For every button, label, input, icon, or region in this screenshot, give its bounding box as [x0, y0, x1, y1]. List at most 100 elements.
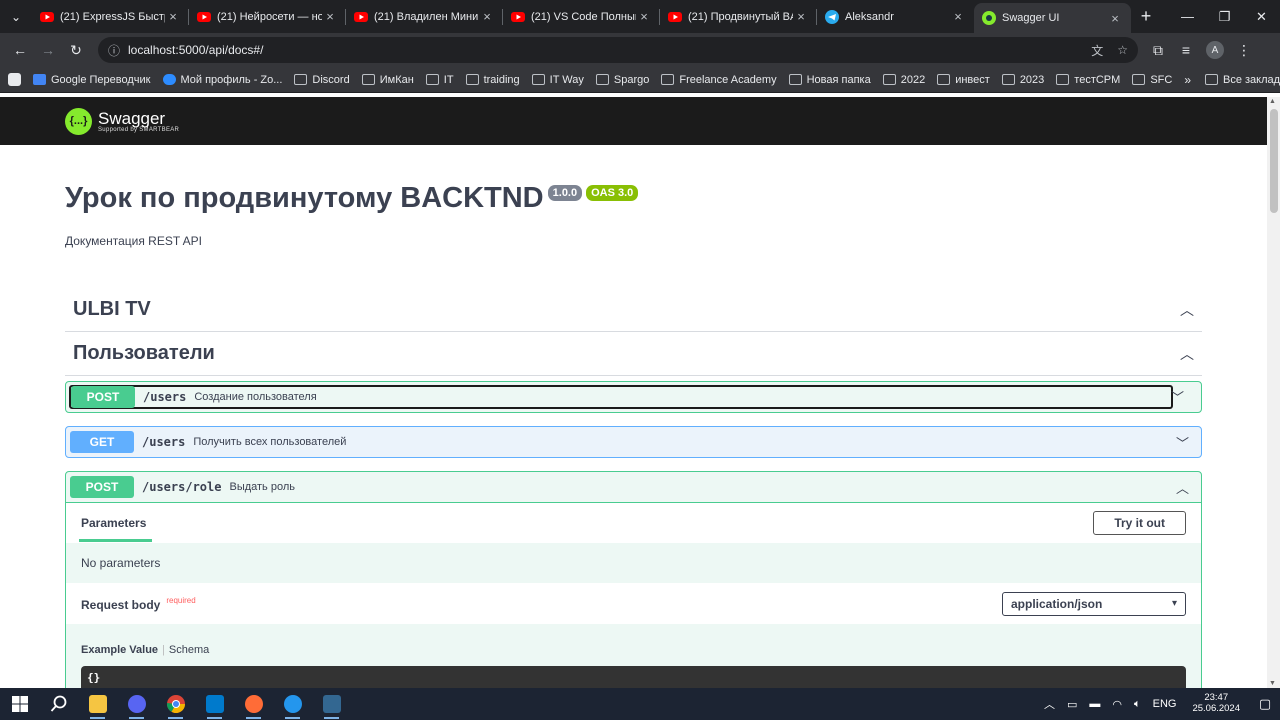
tab-close-icon[interactable]: ×	[1107, 11, 1123, 26]
chevron-down-icon[interactable]: ﹀	[1176, 433, 1189, 452]
clock-date: 25.06.2024	[1192, 703, 1240, 714]
tray-device-icon[interactable]: ▭	[1067, 698, 1077, 711]
operation-summary[interactable]: GET /users Получить всех пользователей ﹀	[66, 427, 1201, 457]
bookmark-folder[interactable]: 2022	[882, 74, 925, 86]
tab-close-icon[interactable]: ×	[479, 9, 495, 24]
tab-search-chevron-icon[interactable]: ⌄	[0, 0, 32, 33]
browser-tab[interactable]: Aleksandr ×	[817, 0, 974, 33]
all-bookmarks-folder[interactable]: Все закладки	[1205, 74, 1280, 86]
bookmark-folder[interactable]: Discord	[294, 74, 350, 86]
tab-parameters[interactable]: Parameters	[78, 503, 153, 543]
taskbar-discord[interactable]	[117, 688, 156, 720]
bookmarks-overflow-icon[interactable]: »	[1184, 73, 1191, 87]
browser-tab[interactable]: (21) VS Code Полный ×	[503, 0, 660, 33]
bookmark-folder[interactable]: SFC	[1132, 74, 1172, 86]
chevron-up-icon[interactable]: ︿	[1180, 344, 1194, 364]
scrollbar-thumb[interactable]	[1270, 109, 1278, 213]
bookmark-zoom-profile[interactable]: Мой профиль - Zo...	[162, 74, 282, 86]
browser-tab[interactable]: (21) Продвинутый BAC ×	[660, 0, 817, 33]
taskbar-pgadmin[interactable]	[312, 688, 351, 720]
close-window-icon[interactable]: ✕	[1243, 9, 1280, 25]
tab-close-icon[interactable]: ×	[950, 9, 966, 24]
method-badge: POST	[71, 386, 135, 408]
bookmark-folder[interactable]: Новая папка	[788, 74, 871, 86]
restore-icon[interactable]: ❐	[1206, 9, 1243, 25]
bookmark-folder[interactable]: IT Way	[531, 74, 584, 86]
operation-summary[interactable]: POST /users Создание пользователя	[69, 385, 1173, 409]
profile-avatar[interactable]: A	[1206, 41, 1224, 59]
taskbar-docker[interactable]	[273, 688, 312, 720]
swagger-logo-icon[interactable]: {...}	[65, 107, 92, 135]
bookmark-google-translate[interactable]: Google Переводчик	[33, 74, 151, 86]
minimize-icon[interactable]: —	[1169, 9, 1206, 25]
taskbar-chrome[interactable]	[156, 688, 195, 720]
chevron-up-icon[interactable]: ︿	[1176, 478, 1189, 497]
folder-icon	[361, 74, 375, 85]
url-text[interactable]: localhost:5000/api/docs#/	[128, 43, 1077, 57]
operation-summary[interactable]: POST /users/role Выдать роль ︿	[66, 472, 1201, 502]
forward-arrow-icon[interactable]: →	[34, 36, 62, 64]
telegram-icon	[825, 9, 839, 24]
tag-section-users[interactable]: Пользователи ︿	[65, 332, 1202, 376]
system-tray: ︿ ▭ ▬ ◠ 🔈︎ ENG 23:47 25.06.2024 ▢	[1038, 692, 1280, 715]
operation-description: Создание пользователя	[194, 391, 317, 403]
translate-icon[interactable]: 文	[1091, 42, 1103, 59]
operation-path: /users/role	[142, 480, 222, 494]
media-queue-icon[interactable]: ≡	[1172, 36, 1200, 64]
tag-name: Пользователи	[73, 342, 215, 364]
try-it-out-button[interactable]: Try it out	[1093, 511, 1186, 535]
bookmark-folder[interactable]: тестCPM	[1056, 74, 1120, 86]
wifi-icon[interactable]: ◠	[1112, 698, 1122, 711]
taskbar-postman[interactable]	[234, 688, 273, 720]
tab-example-value[interactable]: Example Value	[81, 644, 158, 656]
start-button[interactable]	[0, 688, 39, 720]
bookmark-apps[interactable]	[8, 73, 21, 86]
example-code-block: {}	[81, 666, 1186, 688]
volume-icon[interactable]: 🔈︎	[1134, 698, 1141, 711]
tab-close-icon[interactable]: ×	[165, 9, 181, 24]
google-translate-icon	[33, 74, 46, 85]
chevron-down-icon[interactable]: ﹀	[1171, 387, 1184, 406]
bookmark-folder[interactable]: IT	[425, 74, 454, 86]
page-scrollbar[interactable]: ▲ ▼	[1267, 97, 1280, 688]
folder-icon	[425, 74, 439, 85]
bookmark-folder[interactable]: 2023	[1001, 74, 1044, 86]
battery-icon[interactable]: ▬	[1089, 698, 1100, 710]
chevron-up-icon[interactable]: ︿	[1180, 300, 1194, 320]
tab-schema[interactable]: Schema	[169, 644, 209, 656]
bookmark-folder[interactable]: ИмКан	[361, 74, 414, 86]
taskbar-vscode[interactable]	[195, 688, 234, 720]
bookmark-folder[interactable]: Freelance Academy	[661, 74, 777, 86]
more-menu-icon[interactable]: ⋮	[1230, 36, 1258, 64]
folder-icon	[465, 74, 479, 85]
bookmark-folder[interactable]: traiding	[465, 73, 520, 86]
clock[interactable]: 23:47 25.06.2024	[1192, 692, 1240, 715]
bookmark-label: traiding	[483, 73, 520, 86]
browser-tab[interactable]: (21) ExpressJS Быстрый ×	[32, 0, 189, 33]
scroll-up-arrow-icon[interactable]: ▲	[1269, 98, 1276, 105]
tab-close-icon[interactable]: ×	[793, 9, 809, 24]
tab-close-icon[interactable]: ×	[322, 9, 338, 24]
tab-close-icon[interactable]: ×	[636, 9, 652, 24]
swagger-brand[interactable]: Swagger Supported by SMARTBEAR	[98, 110, 179, 133]
search-button[interactable]	[39, 688, 78, 720]
tray-overflow-icon[interactable]: ︿	[1044, 696, 1055, 712]
site-info-icon[interactable]: ⓘ	[108, 42, 120, 59]
bookmark-folder[interactable]: Spargo	[595, 74, 649, 86]
tag-section-ulbi-tv[interactable]: ULBI TV ︿	[65, 288, 1202, 332]
reload-icon[interactable]: ↻	[62, 36, 90, 64]
back-arrow-icon[interactable]: ←	[6, 36, 34, 64]
browser-tab[interactable]: (21) Владилен Минин ×	[346, 0, 503, 33]
browser-tab-active[interactable]: Swagger UI ×	[974, 3, 1131, 33]
taskbar-file-explorer[interactable]	[78, 688, 117, 720]
extensions-puzzle-icon[interactable]: ⧉	[1144, 36, 1172, 64]
language-indicator[interactable]: ENG	[1153, 698, 1177, 710]
address-bar[interactable]: ⓘ localhost:5000/api/docs#/ 文 ☆	[98, 37, 1138, 63]
content-type-select[interactable]: application/json ▾	[1002, 591, 1186, 616]
browser-tab[interactable]: (21) Нейросети — новый ×	[189, 0, 346, 33]
new-tab-plus-icon[interactable]: +	[1131, 6, 1161, 27]
notification-center-icon[interactable]: ▢	[1250, 696, 1280, 712]
bookmark-star-icon[interactable]: ☆	[1117, 43, 1128, 57]
scroll-down-arrow-icon[interactable]: ▼	[1269, 680, 1276, 687]
bookmark-folder[interactable]: инвест	[937, 74, 990, 86]
